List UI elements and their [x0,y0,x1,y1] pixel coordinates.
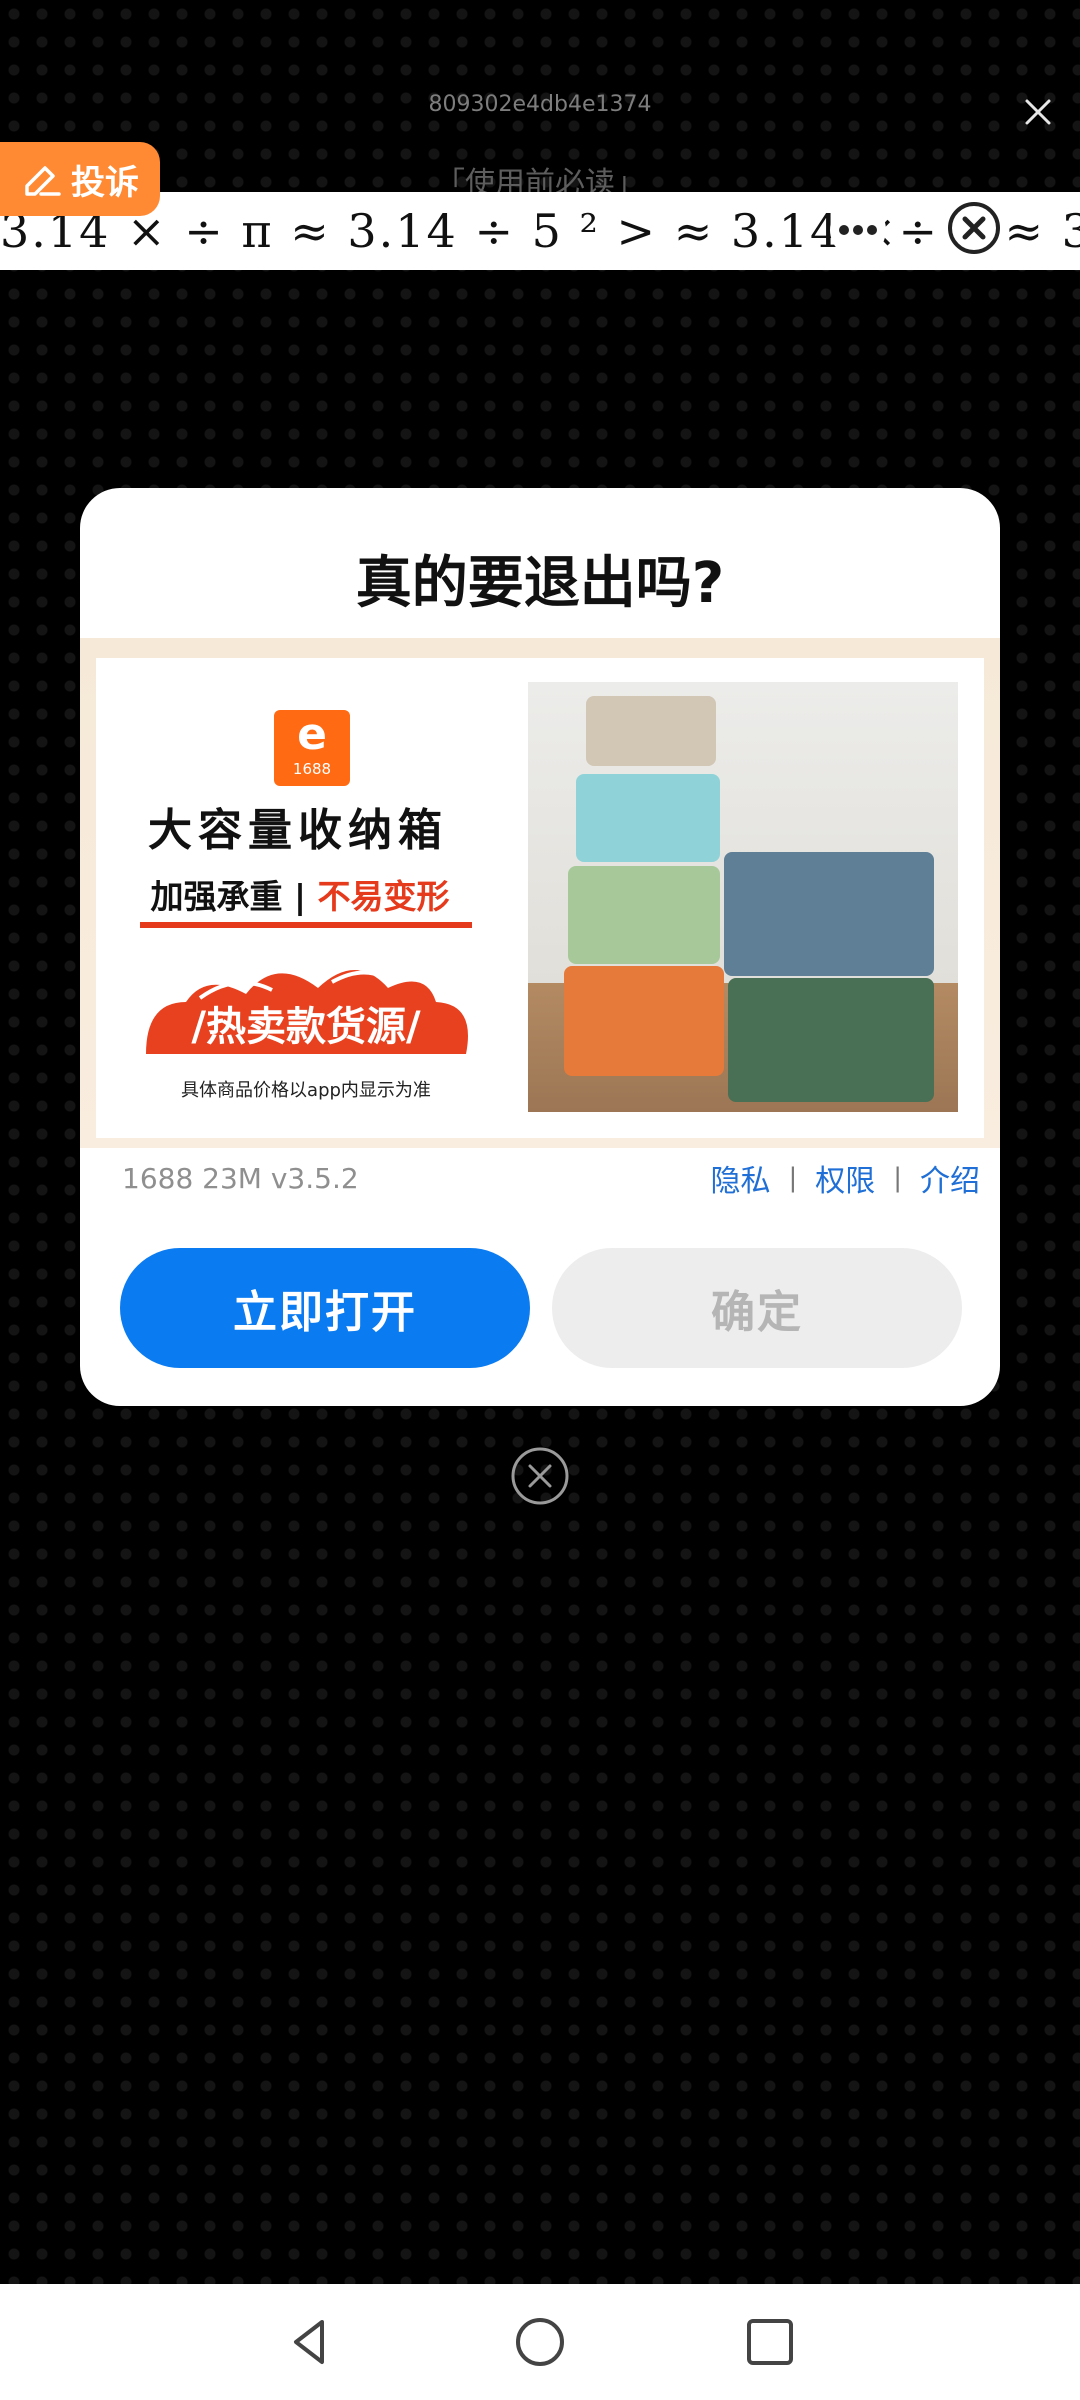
close-circle-icon[interactable] [946,200,1002,256]
intro-link[interactable]: 介绍 [920,1156,980,1200]
ad-subline-black: 加强承重 [150,877,283,916]
ad-subline-sep: | [293,877,307,916]
app-info-links: 隐私 | 权限 | 介绍 [700,1156,980,1200]
ad-banner[interactable]: 3.14 × ÷ π ≈ 3.14 ÷ 5 ² > ≈ 3.14 ×÷ π ≈ … [0,192,1080,270]
link-separator: | [893,1163,902,1193]
storage-boxes-photo [528,682,958,1112]
ad-subline-red: 不易变形 [317,877,450,916]
dialog-title: 真的要退出吗? [355,551,725,616]
ad-underline [140,922,472,928]
more-icon[interactable] [828,200,888,260]
dialog-close-icon[interactable] [510,1446,570,1506]
close-icon[interactable] [1018,92,1058,132]
system-nav-bar [0,2284,1080,2400]
app-logo-text: 1688 [292,760,332,778]
app-meta: 1688 23M v3.5.2 [122,1162,359,1195]
back-triangle-icon[interactable] [280,2312,340,2372]
ad-image-frame[interactable]: e 1688 大容量收纳箱 加强承重 | 不易变形 /热卖款货源/ 具体商品价格… [80,638,1000,1148]
app-logo: e 1688 [274,710,350,786]
ad-banner-math-art: 3.14 × ÷ π ≈ 3.14 ÷ 5 ² > ≈ 3.14 ×÷ π ≈ … [0,204,1080,258]
home-circle-icon[interactable] [510,2312,570,2372]
exit-dialog: 真的要退出吗? e 1688 大容量收纳箱 加强承重 | 不易变形 /热卖款货源… [80,488,1000,1406]
ad-id-text: 809302e4db4e1374 [428,92,652,117]
edit-icon [25,166,61,196]
open-now-button[interactable]: 立即打开 [120,1248,530,1368]
complain-label: 投诉 [71,162,139,203]
confirm-button[interactable]: 确定 [552,1248,962,1368]
ad-footnote: 具体商品价格以app内显示为准 [181,1080,431,1101]
complain-button[interactable]: 投诉 [0,142,160,216]
link-separator: | [788,1163,798,1193]
permissions-link[interactable]: 权限 [815,1156,875,1200]
privacy-link[interactable]: 隐私 [710,1156,770,1200]
ad-flame-text: /热卖款货源/ [191,1004,421,1050]
ad-subline: 加强承重 | 不易变形 [140,870,460,918]
ad-headline: 大容量收纳箱 [148,805,448,856]
screen: 809302e4db4e1374 「使用前必读」 3.14 × ÷ π ≈ 3.… [0,0,1080,2400]
ad-image[interactable]: e 1688 大容量收纳箱 加强承重 | 不易变形 /热卖款货源/ 具体商品价格… [96,658,984,1138]
recents-square-icon[interactable] [740,2312,800,2372]
